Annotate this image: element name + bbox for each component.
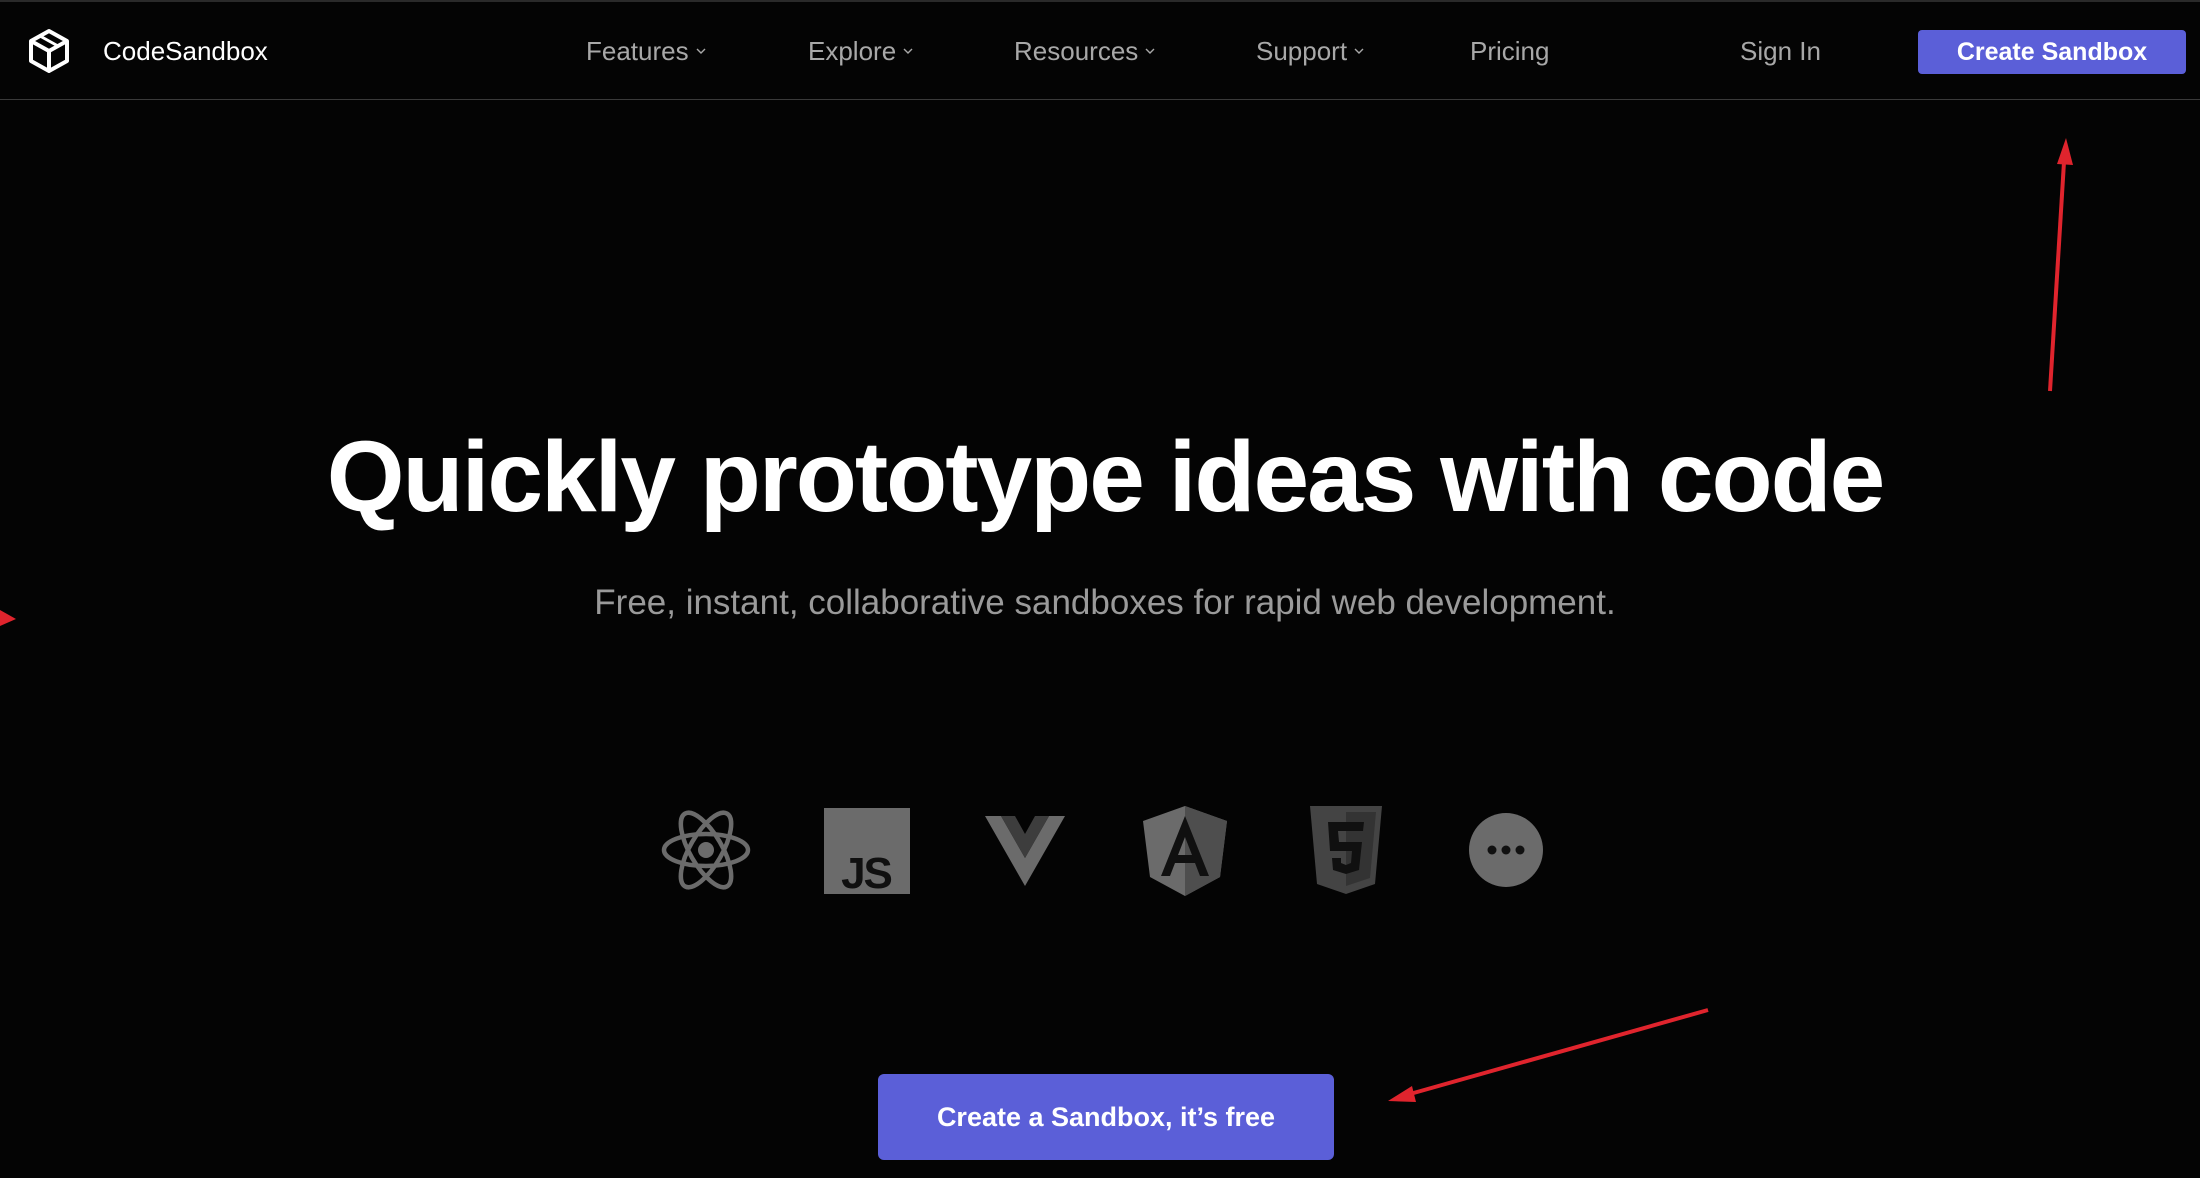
sign-in-link[interactable]: Sign In <box>1740 36 1821 66</box>
nav-support-label: Support <box>1256 36 1348 66</box>
nav-pricing[interactable]: Pricing <box>1470 36 1549 66</box>
arrow-to-cta <box>1388 1008 1709 1102</box>
angular-icon[interactable] <box>1137 802 1233 898</box>
codesandbox-logo-icon[interactable] <box>26 28 72 74</box>
javascript-icon-label: JS <box>841 849 891 898</box>
html5-icon[interactable] <box>1298 802 1394 898</box>
hero-subtitle: Free, instant, collaborative sandboxes f… <box>594 583 1616 622</box>
chevron-down-icon <box>696 48 706 54</box>
hero-title: Quickly prototype ideas with code <box>326 421 1886 533</box>
nav-resources[interactable]: Resources <box>1014 36 1156 66</box>
page: CodeSandbox Features Explore Resources S… <box>0 0 2200 1178</box>
nav-resources-label: Resources <box>1014 36 1139 66</box>
brand-name[interactable]: CodeSandbox <box>103 36 268 66</box>
javascript-icon[interactable]: JS <box>818 802 914 898</box>
nav-explore-label: Explore <box>808 36 897 66</box>
chevron-down-icon <box>1145 48 1155 54</box>
create-sandbox-free-button[interactable]: Create a Sandbox, it’s free <box>878 1074 1334 1160</box>
react-icon[interactable] <box>658 802 754 898</box>
nav-explore[interactable]: Explore <box>808 36 914 66</box>
nav-pricing-label: Pricing <box>1470 36 1550 66</box>
nav-features-label: Features <box>586 36 689 66</box>
vue-icon[interactable] <box>977 802 1073 898</box>
nav-support[interactable]: Support <box>1256 36 1365 66</box>
more-icon[interactable] <box>1458 802 1554 898</box>
create-sandbox-button[interactable]: Create Sandbox <box>1918 30 2186 74</box>
chevron-down-icon <box>1354 48 1364 54</box>
arrow-to-create-sandbox <box>2048 138 2073 392</box>
nav-features[interactable]: Features <box>586 36 707 66</box>
top-navigation: CodeSandbox Features Explore Resources S… <box>0 2 2200 100</box>
chevron-down-icon <box>903 48 913 54</box>
